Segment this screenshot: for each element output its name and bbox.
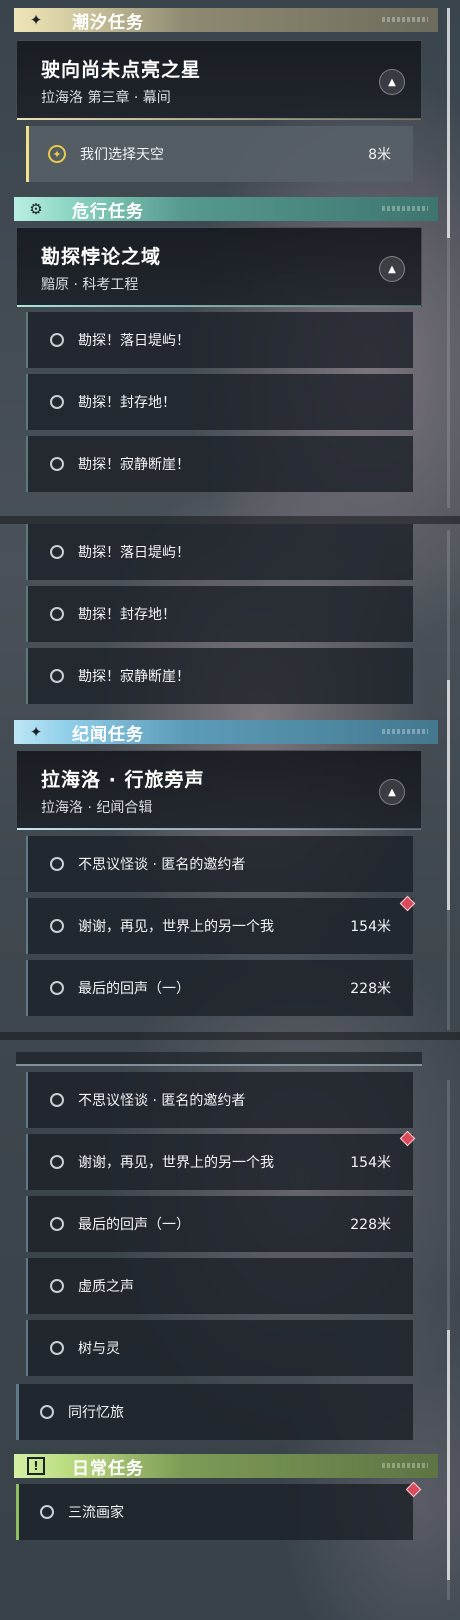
task-row[interactable]: 同行忆旅 [16, 1384, 413, 1440]
category-header-story[interactable]: ✦ 纪闻任务 [14, 720, 438, 745]
task-row[interactable]: 勘探！封存地！ [26, 374, 413, 430]
task-row[interactable]: 勘探！封存地！ [26, 586, 413, 642]
task-label: 树与灵 [78, 1341, 120, 1357]
header-decoration [382, 729, 428, 734]
task-row-active[interactable]: ✦ 我们选择天空 8米 [26, 126, 413, 182]
task-row[interactable]: 树与灵 [26, 1320, 413, 1376]
chevron-up-icon: ▲ [388, 76, 396, 88]
circle-icon [50, 1341, 64, 1355]
circle-icon [40, 1505, 54, 1519]
collapse-button[interactable]: ▲ [379, 256, 405, 282]
task-label: 同行忆旅 [68, 1405, 124, 1421]
collapse-button[interactable]: ▲ [379, 779, 405, 805]
quest-underline [17, 305, 421, 307]
task-label: 不思议怪谈 · 匿名的邀约者 [78, 857, 246, 873]
task-label: 三流画家 [68, 1505, 124, 1521]
category-title: 潮汐任务 [72, 12, 144, 33]
quest-underline [17, 828, 421, 830]
circle-icon [50, 1155, 64, 1169]
circle-icon [50, 981, 64, 995]
quest-subtitle: 黯原 · 科考工程 [41, 277, 139, 293]
task-row[interactable]: 最后的回声（一） 228米 [26, 1196, 413, 1252]
task-distance: 8米 [368, 147, 391, 163]
quest-card-tide[interactable]: 驶向尚未点亮之星 拉海洛 第三章 · 幕间 ▲ [16, 40, 422, 120]
task-label: 不思议怪谈 · 匿名的邀约者 [78, 1093, 246, 1109]
quest-card-story[interactable]: 拉海洛 · 行旅旁声 拉海洛 · 纪闻合辑 ▲ [16, 750, 422, 830]
quest-card-bottom-edge [16, 1052, 422, 1066]
task-row[interactable]: 虚质之声 [26, 1258, 413, 1314]
collapse-button[interactable]: ▲ [379, 69, 405, 95]
task-label: 勘探！寂静断崖！ [78, 457, 190, 473]
category-header-tide[interactable]: ✦ 潮汐任务 [14, 8, 438, 33]
target-icon: ✦ [48, 145, 66, 163]
segment-divider [0, 1032, 460, 1040]
circle-icon [50, 395, 64, 409]
task-label: 虚质之声 [78, 1279, 134, 1295]
scrollbar-thumb[interactable] [447, 1330, 450, 1580]
category-header-daily[interactable]: ! 日常任务 [14, 1454, 438, 1479]
circle-icon [50, 919, 64, 933]
circle-icon [50, 607, 64, 621]
task-label: 勘探！落日堤屿！ [78, 545, 190, 561]
task-label: 勘探！落日堤屿！ [78, 333, 190, 349]
quest-underline [17, 118, 421, 120]
header-decoration [382, 17, 428, 22]
task-row[interactable]: 不思议怪谈 · 匿名的邀约者 [26, 1072, 413, 1128]
task-distance: 154米 [350, 919, 391, 935]
star-icon: ✦ [29, 723, 43, 741]
segment-divider [0, 516, 460, 524]
quest-card-danger[interactable]: 勘探悖论之域 黯原 · 科考工程 ▲ [16, 227, 422, 307]
scrollbar-thumb[interactable] [447, 8, 450, 238]
task-row[interactable]: 三流画家 [16, 1484, 413, 1540]
chevron-up-icon: ▲ [388, 786, 396, 798]
quest-title: 驶向尚未点亮之星 [41, 59, 202, 81]
task-label: 勘探！封存地！ [78, 395, 176, 411]
quest-subtitle: 拉海洛 · 纪闻合辑 [41, 800, 153, 816]
circle-icon [50, 1093, 64, 1107]
category-title: 纪闻任务 [72, 724, 144, 745]
circle-icon [50, 1217, 64, 1231]
circle-icon [50, 333, 64, 347]
star-icon: ✦ [29, 11, 43, 29]
circle-icon [40, 1405, 54, 1419]
circle-icon [50, 857, 64, 871]
task-row[interactable]: 谢谢，再见，世界上的另一个我 154米 [26, 1134, 413, 1190]
gear-icon: ⚙ [29, 200, 43, 218]
task-distance: 228米 [350, 981, 391, 997]
task-row[interactable]: 勘探！寂静断崖！ [26, 436, 413, 492]
quest-subtitle: 拉海洛 第三章 · 幕间 [41, 90, 171, 106]
task-label: 最后的回声（一） [78, 1217, 190, 1233]
task-row[interactable]: 勘探！落日堤屿！ [26, 312, 413, 368]
task-row[interactable]: 勘探！寂静断崖！ [26, 648, 413, 704]
exclamation-icon: ! [14, 1454, 58, 1478]
category-title: 日常任务 [72, 1458, 144, 1479]
quest-title: 勘探悖论之域 [41, 246, 162, 268]
task-row[interactable]: 谢谢，再见，世界上的另一个我 154米 [26, 898, 413, 954]
circle-icon [50, 1279, 64, 1293]
task-label: 勘探！寂静断崖！ [78, 669, 190, 685]
chevron-up-icon: ▲ [388, 263, 396, 275]
circle-icon [50, 669, 64, 683]
scrollbar-thumb[interactable] [447, 680, 450, 910]
task-label: 我们选择天空 [80, 147, 164, 163]
category-title: 危行任务 [72, 201, 144, 222]
task-row[interactable]: 不思议怪谈 · 匿名的邀约者 [26, 836, 413, 892]
category-header-danger[interactable]: ⚙ 危行任务 [14, 197, 438, 222]
task-row[interactable]: 最后的回声（一） 228米 [26, 960, 413, 1016]
circle-icon [50, 545, 64, 559]
quest-title: 拉海洛 · 行旅旁声 [41, 769, 205, 791]
task-row[interactable]: 勘探！落日堤屿！ [26, 524, 413, 580]
task-distance: 228米 [350, 1217, 391, 1233]
task-distance: 154米 [350, 1155, 391, 1171]
task-label: 勘探！封存地！ [78, 607, 176, 623]
header-decoration [382, 1463, 428, 1468]
circle-icon [50, 457, 64, 471]
task-label: 谢谢，再见，世界上的另一个我 [78, 919, 274, 935]
task-label: 谢谢，再见，世界上的另一个我 [78, 1155, 274, 1171]
task-label: 最后的回声（一） [78, 981, 190, 997]
header-decoration [382, 206, 428, 211]
